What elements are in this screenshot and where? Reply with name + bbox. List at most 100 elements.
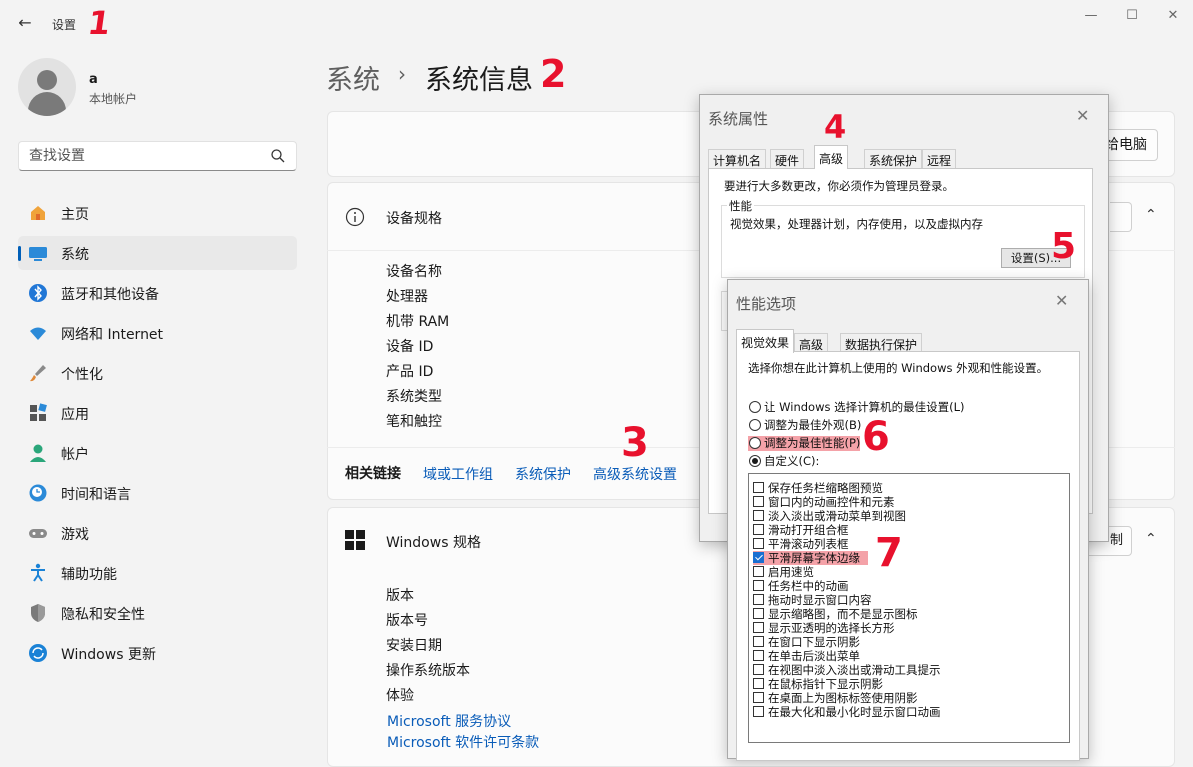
sidebar-item-label: 网络和 Internet <box>61 327 164 343</box>
tab-data-execution-prevention[interactable]: 数据执行保护 <box>840 333 923 353</box>
effect-checkbox-row[interactable]: 滑动打开组合框 <box>753 523 849 537</box>
effect-checkbox-row[interactable]: 保存任务栏缩略图预览 <box>753 481 883 495</box>
sidebar-item-label: 游戏 <box>61 527 89 543</box>
sidebar-item-3[interactable]: 网络和 Internet <box>18 316 297 350</box>
checkbox-label: 在桌面上为图标标签使用阴影 <box>768 691 918 705</box>
sidebar-item-7[interactable]: 时间和语言 <box>18 476 297 510</box>
tab-system-protection[interactable]: 系统保护 <box>864 149 923 169</box>
checkbox[interactable] <box>753 566 764 577</box>
checkbox[interactable] <box>753 650 764 661</box>
link-license-terms[interactable]: Microsoft 软件许可条款 <box>387 732 539 752</box>
effect-checkbox-row[interactable]: 启用速览 <box>753 565 814 579</box>
effect-checkbox-row[interactable]: 在桌面上为图标标签使用阴影 <box>753 691 918 705</box>
accessibility-icon <box>28 563 48 583</box>
checkbox[interactable] <box>753 608 764 619</box>
checkbox-label: 平滑滚动列表框 <box>768 537 849 551</box>
search-input[interactable] <box>19 142 259 170</box>
checkbox-label: 窗口内的动画控件和元素 <box>768 495 895 509</box>
tab-remote[interactable]: 远程 <box>922 149 957 169</box>
checkbox[interactable] <box>753 622 764 633</box>
brush-icon <box>28 363 48 383</box>
sidebar-item-11[interactable]: Windows 更新 <box>18 636 297 670</box>
sidebar-item-9[interactable]: 辅助功能 <box>18 556 297 590</box>
sidebar-item-10[interactable]: 隐私和安全性 <box>18 596 297 630</box>
sidebar-item-6[interactable]: 帐户 <box>18 436 297 470</box>
checkbox[interactable] <box>753 664 764 675</box>
effect-checkbox-row[interactable]: 显示缩略图，而不是显示图标 <box>753 607 918 621</box>
back-arrow-icon[interactable]: ← <box>14 12 36 34</box>
radio-button[interactable] <box>749 455 761 467</box>
link-system-protection[interactable]: 系统保护 <box>515 464 571 484</box>
radio-label: 让 Windows 选择计算机的最佳设置(L) <box>764 400 965 414</box>
avatar[interactable] <box>18 58 76 116</box>
effects-checkbox-list[interactable]: 保存任务栏缩略图预览 窗口内的动画控件和元素 淡入淡出或滑动菜单到视图 滑动打开组合框… <box>748 473 1070 743</box>
checkbox[interactable] <box>753 510 764 521</box>
copy-button[interactable] <box>1110 202 1132 232</box>
breadcrumb-parent[interactable]: 系统 <box>326 58 380 97</box>
checkbox[interactable] <box>753 706 764 717</box>
sidebar-item-0[interactable]: 主页 <box>18 196 297 230</box>
radio-button[interactable] <box>749 419 761 431</box>
tab-advanced[interactable]: 高级 <box>794 333 829 353</box>
effect-checkbox-row[interactable]: 任务栏中的动画 <box>753 579 849 593</box>
checkbox[interactable] <box>753 580 764 591</box>
radio-option-3[interactable]: 自定义(C): <box>748 454 819 469</box>
checkbox-label: 显示亚透明的选择长方形 <box>768 621 895 635</box>
checkbox[interactable] <box>753 678 764 689</box>
sidebar-item-label: 个性化 <box>61 367 103 383</box>
tab-computer-name[interactable]: 计算机名 <box>708 149 767 169</box>
effect-checkbox-row[interactable]: 在窗口下显示阴影 <box>753 635 860 649</box>
link-service-agreement[interactable]: Microsoft 服务协议 <box>387 711 511 731</box>
sidebar-item-4[interactable]: 个性化 <box>18 356 297 390</box>
radio-button[interactable] <box>749 437 761 449</box>
effect-checkbox-row[interactable]: 平滑滚动列表框 <box>753 537 849 551</box>
checkbox-label: 在视图中淡入淡出或滑动工具提示 <box>768 663 941 677</box>
radio-option-2[interactable]: 调整为最佳性能(P) <box>748 436 861 451</box>
windows-spec-row-label: 版本 <box>386 588 414 604</box>
maximize-icon[interactable]: ☐ <box>1119 6 1145 26</box>
sidebar-item-label: Windows 更新 <box>61 647 156 663</box>
spec-row-label: 处理器 <box>386 289 428 305</box>
close-icon[interactable]: ✕ <box>1160 6 1186 26</box>
radio-option-0[interactable]: 让 Windows 选择计算机的最佳设置(L) <box>748 400 965 415</box>
effect-checkbox-row[interactable]: 在单击后淡出菜单 <box>753 649 860 663</box>
radio-option-1[interactable]: 调整为最佳外观(B) <box>748 418 861 433</box>
checkbox[interactable] <box>753 692 764 703</box>
effect-checkbox-row[interactable]: 平滑屏幕字体边缘 <box>753 551 868 565</box>
checkbox[interactable] <box>753 594 764 605</box>
radio-button[interactable] <box>749 401 761 413</box>
checkbox[interactable] <box>753 524 764 535</box>
wifi-icon <box>28 323 48 343</box>
effect-checkbox-row[interactable]: 窗口内的动画控件和元素 <box>753 495 895 509</box>
effect-checkbox-row[interactable]: 在视图中淡入淡出或滑动工具提示 <box>753 663 941 677</box>
close-icon[interactable]: ✕ <box>1055 291 1068 310</box>
search-box[interactable] <box>18 141 297 171</box>
sidebar-item-8[interactable]: 游戏 <box>18 516 297 550</box>
minimize-icon[interactable]: — <box>1078 6 1104 26</box>
link-advanced-system-settings[interactable]: 高级系统设置 <box>593 464 677 484</box>
windows-specs-title: Windows 规格 <box>386 535 481 551</box>
tab-hardware[interactable]: 硬件 <box>770 149 805 169</box>
sidebar-item-5[interactable]: 应用 <box>18 396 297 430</box>
checkbox[interactable] <box>753 538 764 549</box>
tab-advanced[interactable]: 高级 <box>814 145 849 169</box>
radio-label: 调整为最佳外观(B) <box>764 418 862 432</box>
checkbox[interactable] <box>753 552 764 563</box>
sidebar-item-1[interactable]: 系统 <box>18 236 297 270</box>
checkbox[interactable] <box>753 496 764 507</box>
chevron-up-icon[interactable]: ⌃ <box>1145 207 1157 223</box>
effect-checkbox-row[interactable]: 淡入淡出或滑动菜单到视图 <box>753 509 906 523</box>
checkbox[interactable] <box>753 482 764 493</box>
link-domain-workgroup[interactable]: 域或工作组 <box>423 464 493 484</box>
effect-checkbox-row[interactable]: 拖动时显示窗口内容 <box>753 593 872 607</box>
checkbox[interactable] <box>753 636 764 647</box>
close-icon[interactable]: ✕ <box>1076 106 1089 125</box>
effect-checkbox-row[interactable]: 显示亚透明的选择长方形 <box>753 621 895 635</box>
home-icon <box>28 203 48 223</box>
sidebar-item-2[interactable]: 蓝牙和其他设备 <box>18 276 297 310</box>
app-title: 设置 <box>52 18 77 32</box>
chevron-up-icon[interactable]: ⌃ <box>1145 531 1157 547</box>
effect-checkbox-row[interactable]: 在最大化和最小化时显示窗口动画 <box>753 705 941 719</box>
tab-visual-effects[interactable]: 视觉效果 <box>736 329 795 353</box>
effect-checkbox-row[interactable]: 在鼠标指针下显示阴影 <box>753 677 883 691</box>
